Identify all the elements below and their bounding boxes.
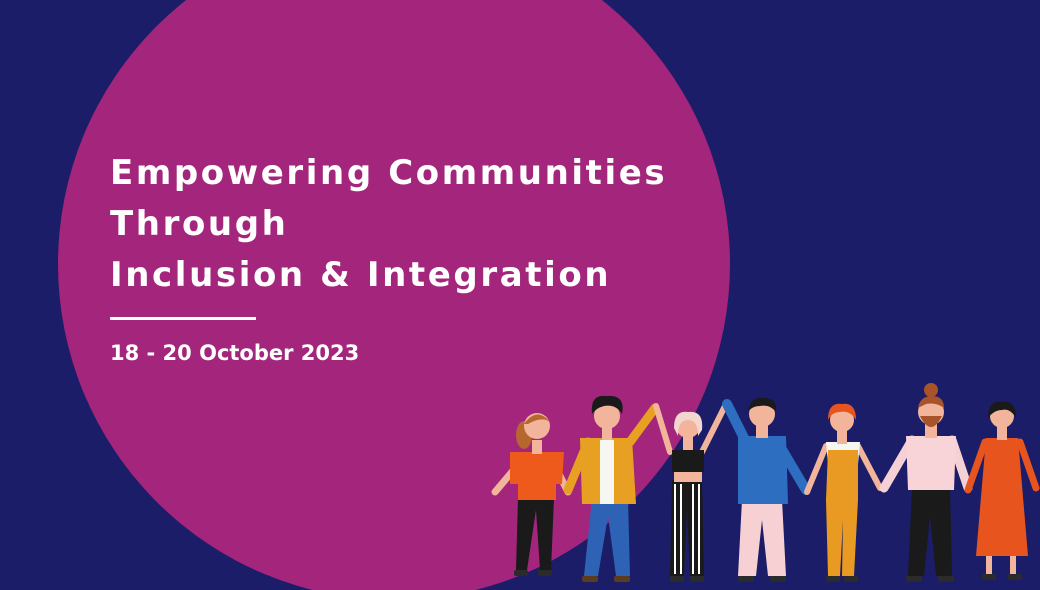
headline-line-2: Through: [110, 204, 289, 244]
headline-line-3: Inclusion & Integration: [110, 255, 612, 295]
person-5: [826, 403, 860, 582]
headline-line-1: Empowering Communities: [110, 153, 668, 193]
people-holding-hands-illustration: [491, 383, 1040, 582]
event-headline: Empowering Communities Through Inclusion…: [110, 148, 667, 301]
person-1: [510, 413, 564, 576]
person-7: [976, 401, 1028, 580]
person-4: [738, 397, 788, 582]
event-banner: Empowering Communities Through Inclusion…: [0, 0, 1040, 590]
person-3: [670, 411, 704, 582]
divider-line: [110, 317, 256, 320]
event-date: 18 - 20 October 2023: [110, 341, 360, 365]
person-2: [580, 395, 636, 582]
person-6: [906, 383, 956, 582]
